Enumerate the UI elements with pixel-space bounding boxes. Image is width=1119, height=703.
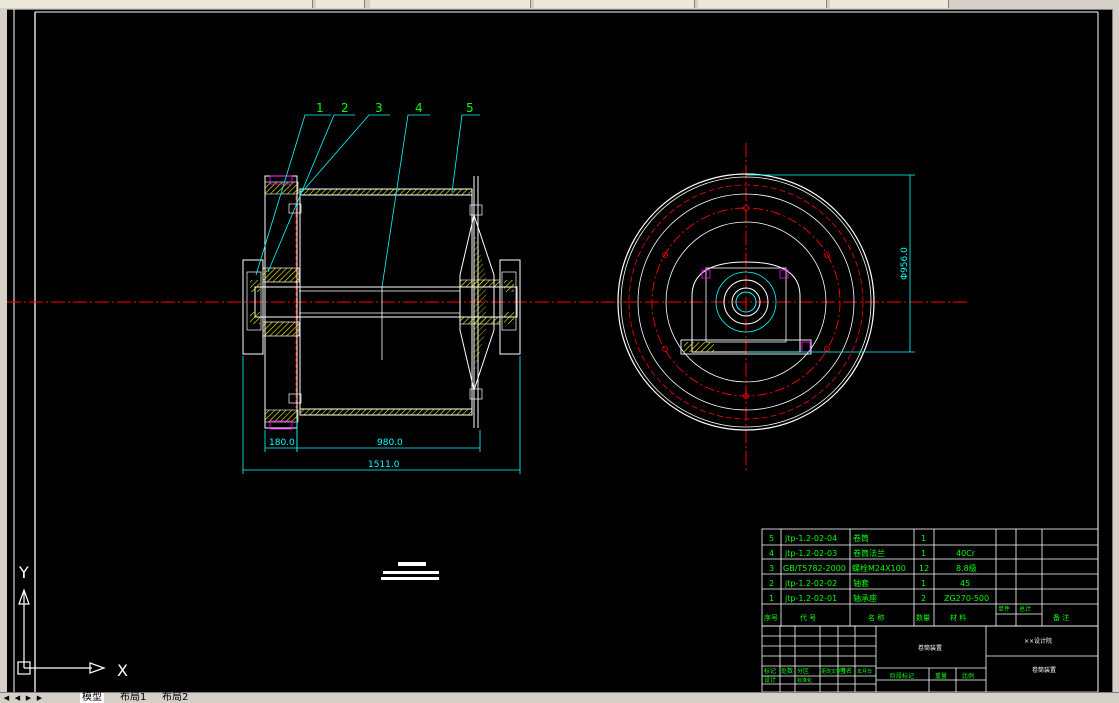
ucs-x-label: X: [117, 661, 128, 680]
drawing-border: [13, 9, 1099, 692]
label-weight: 重量: [935, 672, 947, 680]
label-standard: 标准化: [797, 677, 812, 684]
header-name: 名 称: [868, 613, 884, 622]
drum-bottom-shell: [299, 408, 473, 416]
row2-material: 45: [960, 579, 970, 588]
label-design: 设计: [764, 676, 776, 684]
layout-tab-bar: ◀ ◀ ▶ ▶ 模型 布局1 布局2: [0, 692, 1119, 703]
callout-1: 1: [316, 101, 324, 115]
left-toolbar: [0, 9, 7, 692]
callout-2: 2: [341, 101, 349, 115]
row1-code: jtp-1.2-02-01: [784, 594, 837, 603]
ucs-icon: [17, 588, 106, 675]
row3-no: 3: [769, 564, 774, 573]
header-material: 材 料: [950, 613, 966, 622]
row3-material: 8.8级: [956, 563, 977, 573]
next-tab-button[interactable]: ▶: [24, 694, 33, 702]
row4-no: 4: [769, 549, 774, 558]
label-date: 年月日: [857, 668, 872, 675]
row5-code: jtp-1.2-02-04: [784, 534, 837, 543]
row1-qty: 2: [921, 594, 926, 603]
label-count: 处数: [781, 667, 793, 675]
end-view: [617, 143, 915, 470]
header-total-weight: 总计: [1019, 605, 1031, 613]
row1-material: ZG270-500: [944, 594, 989, 603]
drum-top-shell: [299, 188, 473, 196]
vertical-scrollbar[interactable]: [1112, 9, 1119, 692]
label-zone: 分区: [797, 667, 809, 675]
left-bearing-block: [242, 259, 264, 355]
header-note: 备 注: [1053, 613, 1069, 622]
title-main: 卷筒装置: [1032, 666, 1056, 674]
header-code: 代 号: [800, 613, 816, 622]
callout-4: 4: [415, 101, 423, 115]
dim-overall-length: 1511.0: [368, 460, 400, 470]
toolbar-segment-color[interactable]: [830, 0, 949, 8]
header-unit-weight: 单件: [998, 605, 1010, 613]
title-company: ××设计院: [1024, 637, 1052, 645]
callout-3: 3: [375, 101, 383, 115]
row4-name: 卷筒法兰: [853, 548, 885, 558]
side-view: [242, 114, 521, 430]
dim-drum-length: 980.0: [377, 438, 403, 448]
title-block: [761, 625, 1099, 692]
toolbar-segment-lineweight[interactable]: [698, 0, 827, 8]
title-block-text: 卷筒装置 ××设计院 卷筒装置 标记 处数 分区 更改文件号 签名 年月日 设计…: [764, 637, 1056, 684]
row4-code: jtp-1.2-02-03: [784, 549, 837, 558]
callout-numbers: 1 2 3 4 5: [316, 101, 474, 115]
header-qty: 数量: [916, 613, 930, 622]
last-tab-button[interactable]: ▶: [35, 694, 44, 702]
row5-qty: 1: [921, 534, 926, 543]
dim-flange-width: 180.0: [269, 438, 295, 448]
row5-no: 5: [769, 534, 774, 543]
row2-qty: 1: [921, 579, 926, 588]
toolbar-segment-linetype[interactable]: [534, 0, 695, 8]
row2-code: jtp-1.2-02-02: [784, 579, 837, 588]
parts-table-text: 5 jtp-1.2-02-04 卷筒 1 4 jtp-1.2-02-03 卷筒法…: [764, 533, 1069, 622]
toolbar-segment-layers[interactable]: [316, 0, 365, 8]
prev-tab-button[interactable]: ◀: [13, 694, 22, 702]
callout-leaders: [255, 114, 480, 288]
label-scale: 比例: [962, 672, 974, 680]
header-no: 序号: [764, 613, 778, 622]
row1-name: 轴承座: [853, 593, 877, 603]
row4-material: 40Cr: [956, 549, 976, 558]
label-mark: 标记: [764, 667, 776, 675]
toolbar-segment-standard[interactable]: [0, 0, 313, 8]
ucs-y-label: Y: [18, 563, 29, 582]
row2-no: 2: [769, 579, 774, 588]
callout-5: 5: [466, 101, 474, 115]
dim-diameter: Φ956.0: [900, 247, 910, 280]
label-stage: 阶段标记: [890, 672, 914, 680]
row3-qty: 12: [919, 564, 929, 573]
label-signature: 签名: [840, 667, 852, 675]
toolbar-segment-properties[interactable]: [370, 0, 531, 8]
row3-name: 螺栓M24X100: [852, 563, 906, 573]
row1-no: 1: [769, 594, 774, 603]
drawing-canvas[interactable]: 1 2 3 4 5 180.0 980.0 1511.0 Φ956.0 Y X …: [7, 9, 1112, 692]
row2-name: 轴套: [853, 578, 869, 588]
row4-qty: 1: [921, 549, 926, 558]
first-tab-button[interactable]: ◀: [2, 694, 11, 702]
scale-marks: [381, 562, 439, 580]
row5-name: 卷筒: [853, 533, 869, 543]
row3-code: GB/T5782-2000: [783, 564, 846, 573]
title-drawing-name: 卷筒装置: [918, 644, 942, 652]
parts-table: [761, 528, 1099, 627]
